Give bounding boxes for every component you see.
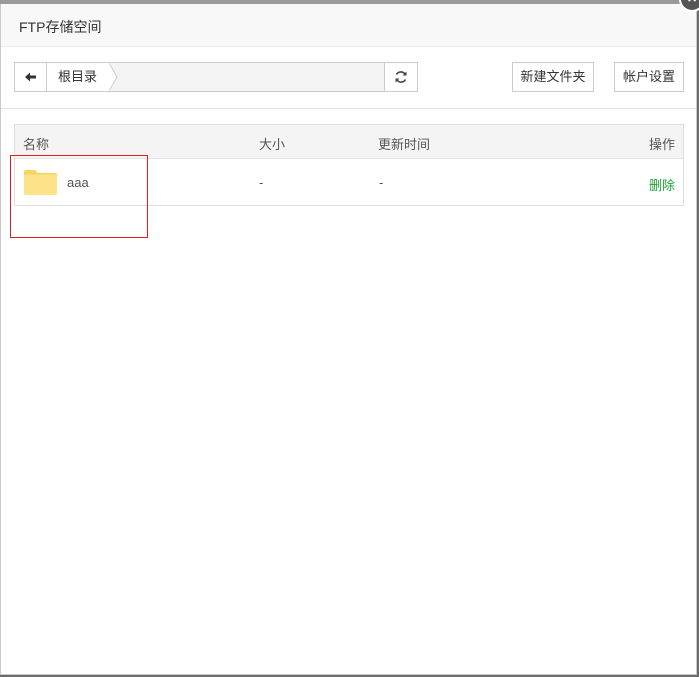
delete-link[interactable]: 删除 bbox=[649, 175, 675, 194]
refresh-icon bbox=[395, 71, 407, 83]
column-action-header: 操作 bbox=[648, 137, 675, 152]
new-folder-button[interactable]: 新建文件夹 bbox=[512, 62, 594, 92]
table-header: 名称 大小 更新时间 操作 bbox=[15, 125, 683, 159]
dialog-title-bar: FTP存储空间 bbox=[1, 4, 696, 47]
account-settings-button[interactable]: 帐户设置 bbox=[614, 62, 684, 92]
arrow-left-icon bbox=[25, 72, 36, 82]
toolbar: 根目录 新建文件夹 帐户设置 bbox=[1, 47, 696, 109]
dialog-title: FTP存储空间 bbox=[19, 19, 102, 35]
column-updated-header: 更新时间 bbox=[378, 137, 431, 152]
path-navigation: 根目录 bbox=[14, 62, 418, 92]
breadcrumb-separator bbox=[109, 63, 118, 91]
refresh-button[interactable] bbox=[384, 63, 417, 91]
column-name-header: 名称 bbox=[23, 137, 50, 152]
column-size-header: 大小 bbox=[259, 137, 286, 152]
breadcrumb-root[interactable]: 根目录 bbox=[47, 63, 111, 91]
ftp-storage-dialog: FTP存储空间 根目录 新建文件夹 帐户设置 名称 大小 更新时间 操作 aaa… bbox=[0, 4, 697, 675]
highlight-annotation-box bbox=[10, 155, 148, 238]
file-size: - bbox=[259, 175, 264, 190]
file-updated-time: - bbox=[379, 175, 384, 190]
back-button[interactable] bbox=[15, 63, 47, 91]
